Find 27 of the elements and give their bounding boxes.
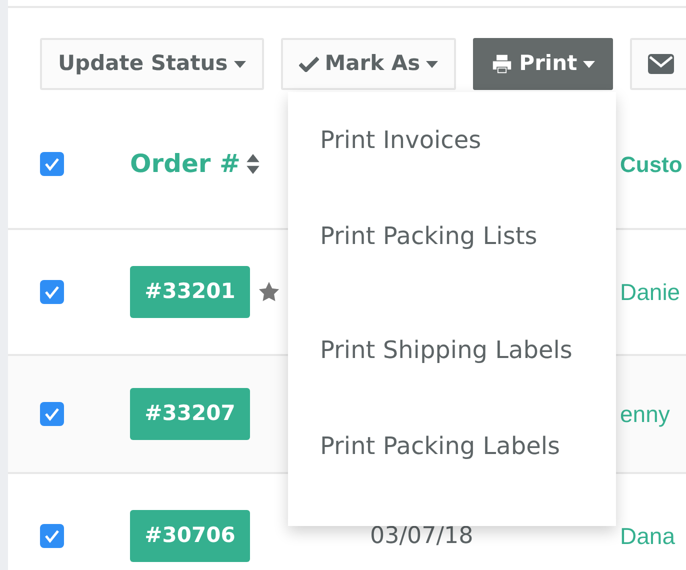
menu-item[interactable]: Print Shipping Labels [288,320,616,416]
column-header[interactable]: Custo [620,148,682,180]
checkbox[interactable] [40,280,64,304]
caret-icon [234,60,246,68]
customer-link[interactable]: Danie [620,278,680,305]
toolbar-button[interactable]: Update Status [40,38,264,90]
check-icon [298,56,319,72]
caret-icon [426,60,438,68]
checkbox[interactable] [40,152,64,176]
menu-item[interactable]: Print Packing Lists [288,206,616,320]
order-number[interactable]: #33201 [130,266,250,318]
menu-item[interactable]: Print Packing Labels [288,416,616,512]
checkbox[interactable] [40,402,64,426]
printer-icon [491,54,514,74]
customer-link[interactable]: Dana [620,522,675,549]
email-button[interactable] [630,38,686,90]
order-number[interactable]: #33207 [130,388,250,440]
order-number[interactable]: #30706 [130,510,250,562]
order-date: 03/07/18 [370,522,474,549]
toolbar-button[interactable]: Print [473,38,614,90]
checkbox[interactable] [40,524,64,548]
caret-icon [583,60,596,68]
envelope-icon [648,54,674,74]
column-header[interactable]: Order # [130,145,240,183]
toolbar-button[interactable]: Mark As [280,38,456,90]
menu-item[interactable]: Print Invoices [288,110,616,206]
customer-link[interactable]: enny [620,400,670,427]
